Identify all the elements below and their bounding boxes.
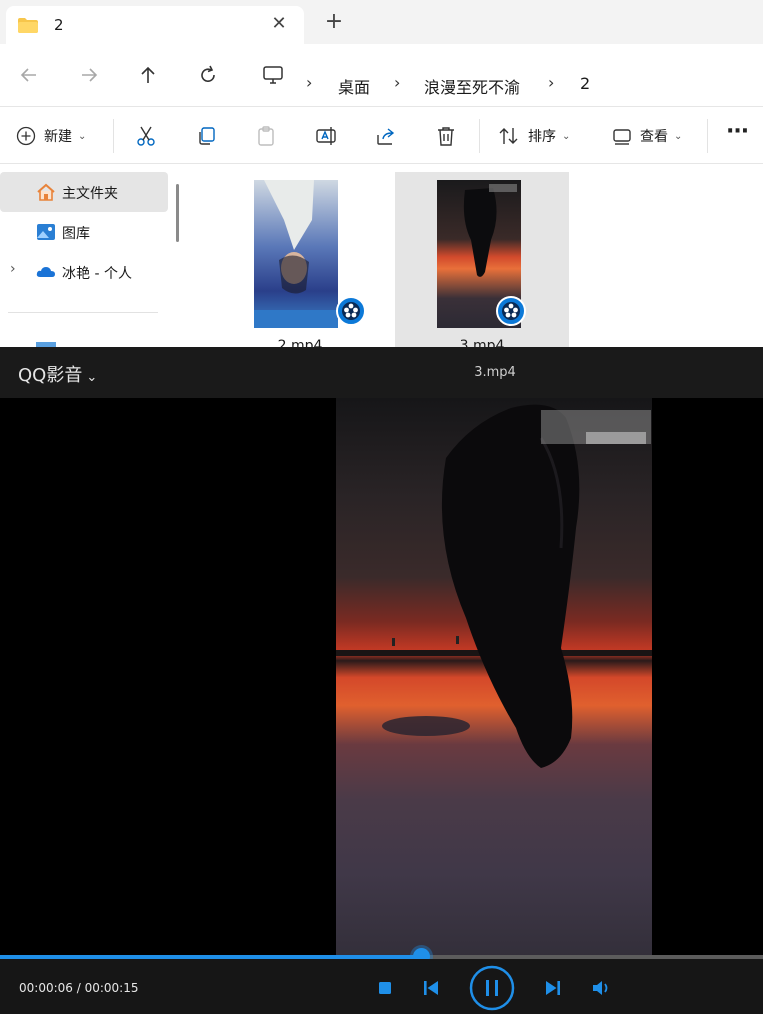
new-button[interactable]: 新建 ⌄ — [16, 124, 86, 148]
back-arrow-icon[interactable] — [16, 62, 42, 88]
breadcrumb-chevron-icon: › — [306, 73, 313, 92]
navigation-bar: › 桌面 › 浪漫至死不渝 › 2 — [0, 44, 763, 106]
sidebar-item-label: 图库 — [62, 226, 90, 242]
refresh-icon[interactable] — [195, 62, 221, 88]
video-area[interactable] — [0, 398, 763, 957]
stop-icon[interactable] — [377, 980, 393, 996]
address-bar[interactable]: › 桌面 › 浪漫至死不渝 › 2 — [246, 54, 763, 98]
qqplayer-file-icon — [496, 296, 526, 326]
cut-icon[interactable] — [135, 125, 157, 147]
sidebar-scrollbar[interactable] — [176, 184, 179, 242]
sidebar-item-gallery[interactable]: 图库 — [0, 212, 168, 252]
new-button-label: 新建 — [44, 129, 72, 145]
sidebar-item-label: 冰艳 - 个人 — [62, 266, 132, 282]
breadcrumb-chevron-icon: › — [548, 73, 555, 92]
new-tab-button[interactable]: + — [322, 10, 346, 34]
folder-icon — [18, 18, 38, 33]
time-separator: / — [72, 981, 85, 995]
sort-icon — [499, 128, 518, 144]
paste-icon[interactable] — [255, 125, 277, 147]
breadcrumb-chevron-icon: › — [394, 73, 401, 92]
video-file-title: 3.mp4 — [474, 365, 516, 380]
home-icon — [37, 183, 55, 201]
chevron-down-icon: ⌄ — [562, 130, 571, 142]
computer-icon — [263, 66, 283, 84]
current-time: 00:00:06 — [19, 981, 73, 995]
navigation-pane: 主文件夹 图库 › 冰艳 - 个人 — [0, 164, 190, 347]
delete-icon[interactable] — [435, 125, 457, 147]
expand-chevron-icon[interactable]: › — [10, 261, 16, 277]
view-button[interactable]: 查看 ⌄ — [612, 124, 682, 148]
plus-circle-icon — [16, 126, 36, 146]
app-menu-button[interactable]: QQ影音 ⌄ — [18, 361, 97, 387]
view-button-label: 查看 — [640, 129, 668, 145]
video-thumbnail — [254, 180, 338, 328]
command-bar: 新建 ⌄ 排序 ⌄ 查看 ⌄ ··· — [0, 106, 763, 164]
chevron-down-icon: ⌄ — [78, 130, 87, 142]
view-icon — [613, 129, 631, 145]
chevron-down-icon: ⌄ — [674, 130, 683, 142]
tab-title: 2 — [54, 16, 64, 34]
rename-icon[interactable] — [315, 125, 337, 147]
video-frame — [336, 398, 652, 957]
tab-close-icon[interactable]: ✕ — [269, 14, 289, 34]
player-title-bar: QQ影音 ⌄ 3.mp4 — [0, 347, 763, 398]
forward-arrow-icon[interactable] — [76, 62, 102, 88]
toolbar-divider — [113, 119, 114, 153]
file-item-selected[interactable]: 3.mp4 — [395, 172, 569, 347]
sidebar-divider — [8, 312, 158, 313]
file-name: 3.mp4 — [459, 338, 505, 347]
playback-controls: 00:00:06 / 00:00:15 — [0, 959, 763, 1014]
sort-button-label: 排序 — [528, 129, 556, 145]
file-item[interactable]: 2.mp4 — [213, 172, 387, 347]
previous-icon[interactable] — [422, 979, 440, 997]
app-name: QQ影音 — [18, 365, 83, 386]
total-time: 00:00:15 — [84, 981, 139, 995]
qqplayer-file-icon — [336, 296, 366, 326]
share-icon[interactable] — [375, 125, 397, 147]
tab-current-folder[interactable]: 2 ✕ — [6, 6, 304, 44]
volume-icon[interactable] — [592, 979, 612, 997]
up-arrow-icon[interactable] — [135, 62, 161, 88]
gallery-icon — [37, 224, 55, 240]
file-explorer-window: 2 ✕ + › 桌面 › 浪漫至死不渝 › 2 新建 ⌄ 排序 ⌄ 查看 ⌄ ·… — [0, 0, 763, 347]
file-grid: 2.mp4 3.mp4 — [190, 164, 763, 347]
sidebar-item-onedrive[interactable]: › 冰艳 - 个人 — [0, 252, 168, 292]
time-display: 00:00:06 / 00:00:15 — [19, 981, 138, 995]
breadcrumb-item-current[interactable]: 2 — [580, 74, 590, 93]
onedrive-icon — [36, 267, 55, 277]
pause-button[interactable] — [469, 965, 515, 1011]
qqplayer-window: QQ影音 ⌄ 3.mp4 00:00:06 / 00:00:15 — [0, 347, 763, 1014]
sidebar-item-label: 主文件夹 — [62, 186, 118, 202]
chevron-down-icon: ⌄ — [86, 370, 98, 385]
sort-button[interactable]: 排序 ⌄ — [498, 124, 570, 148]
sidebar-item-home[interactable]: 主文件夹 — [0, 172, 168, 212]
toolbar-divider — [707, 119, 708, 153]
next-icon[interactable] — [544, 979, 562, 997]
toolbar-divider — [479, 119, 480, 153]
file-name: 2.mp4 — [277, 338, 323, 347]
breadcrumb-item-desktop[interactable]: 桌面 — [338, 74, 370, 98]
breadcrumb-item-folder[interactable]: 浪漫至死不渝 — [424, 74, 520, 98]
copy-icon[interactable] — [195, 125, 217, 147]
more-options-icon[interactable]: ··· — [726, 119, 749, 144]
